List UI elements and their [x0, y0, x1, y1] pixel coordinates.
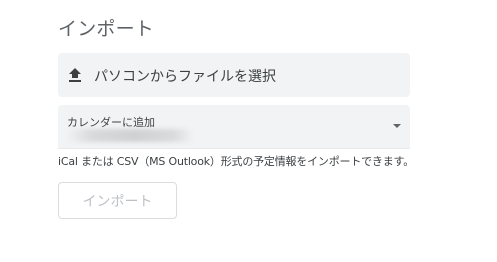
select-file-label: パソコンからファイルを選択	[94, 69, 276, 85]
upload-icon	[69, 68, 81, 82]
calendar-dropdown[interactable]: カレンダーに追加	[58, 105, 410, 149]
chevron-down-icon	[393, 124, 401, 128]
help-text: iCal または CSV（MS Outlook）形式の予定情報をインポートできま…	[58, 155, 415, 168]
select-file-button[interactable]: パソコンからファイルを選択	[58, 53, 410, 97]
calendar-dropdown-value-redacted	[67, 129, 193, 142]
import-settings-page: インポート パソコンからファイルを選択 カレンダーに追加 iCal または CS…	[0, 0, 497, 262]
calendar-dropdown-label: カレンダーに追加	[67, 116, 155, 129]
import-button[interactable]: インポート	[58, 182, 177, 219]
section-title: インポート	[58, 18, 155, 40]
